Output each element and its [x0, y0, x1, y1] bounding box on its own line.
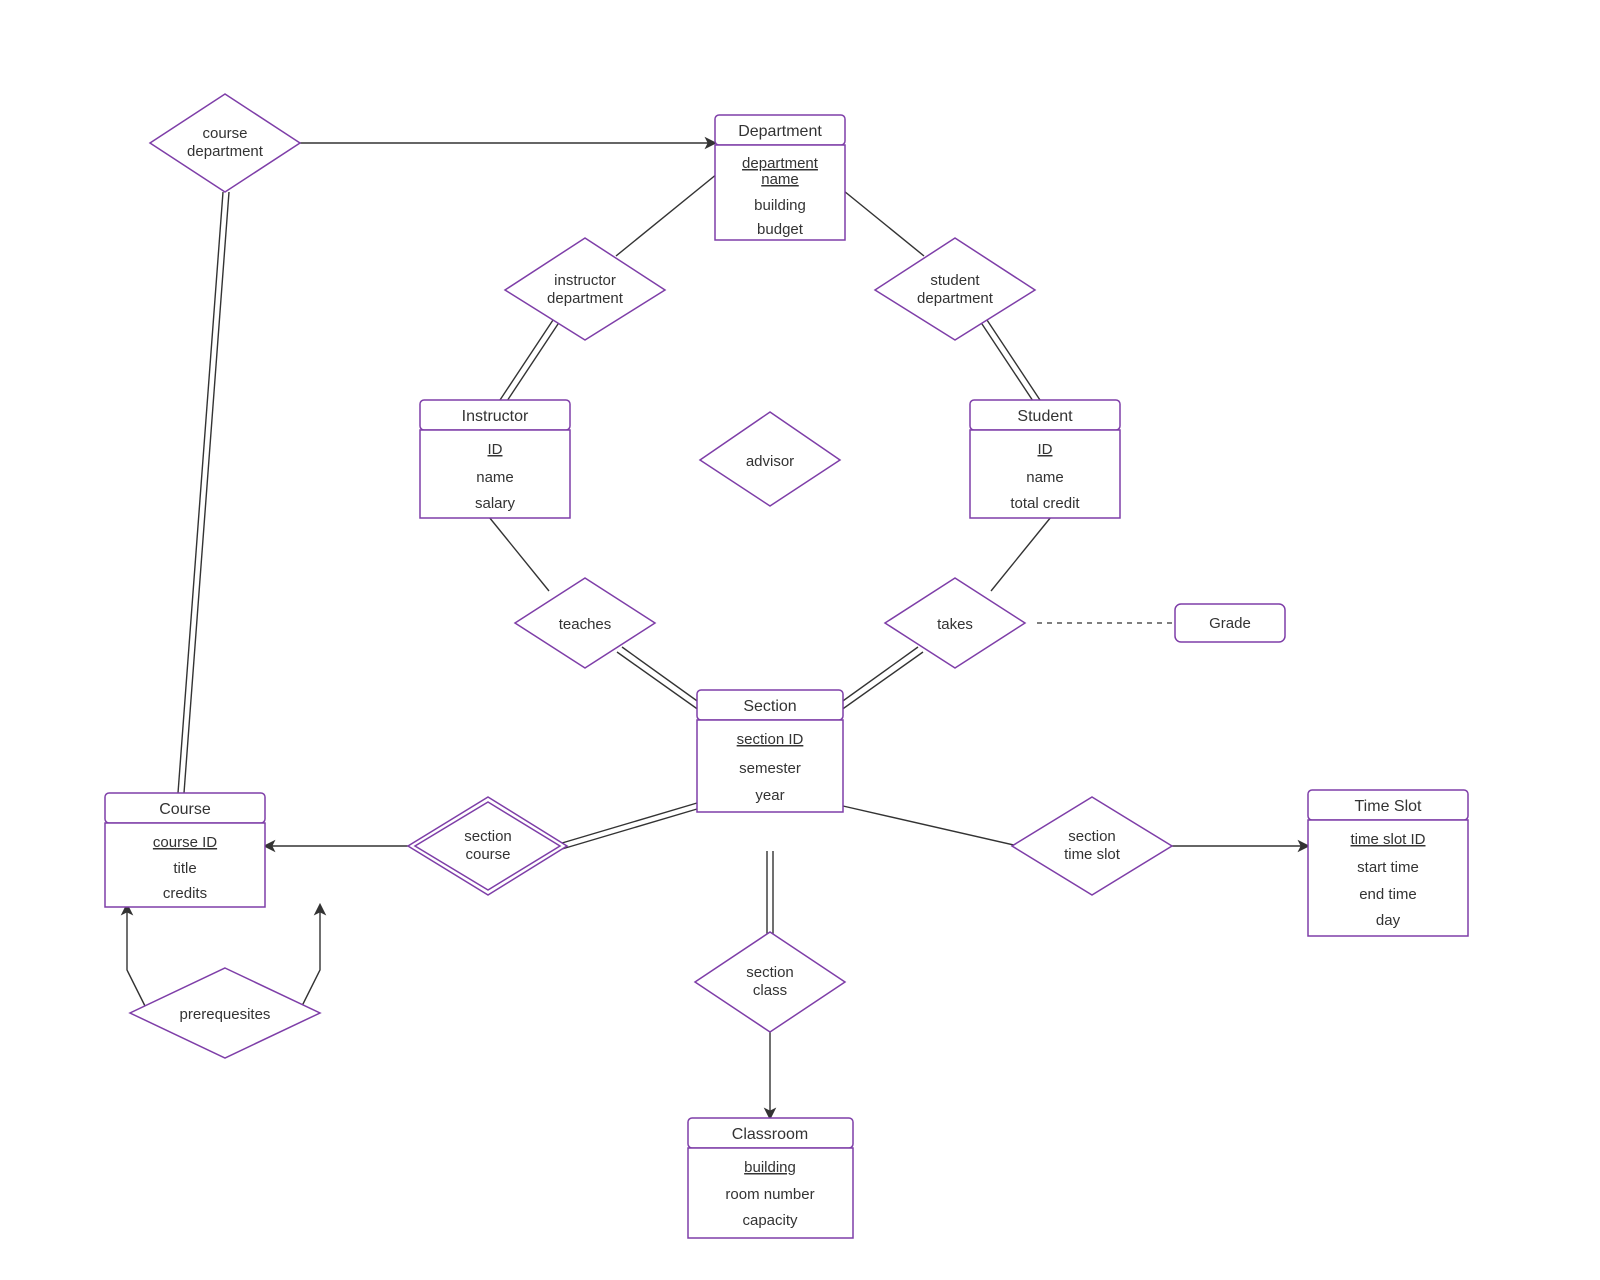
rel-teaches: teaches: [515, 578, 655, 668]
rel-section-time-slot: section time slot: [1012, 797, 1172, 895]
svg-text:instructor: instructor: [554, 272, 616, 289]
entity-title: Section: [743, 698, 796, 715]
rel-section-class: section class: [695, 932, 845, 1032]
svg-text:course: course: [202, 125, 247, 142]
entity-attr: ID: [488, 441, 503, 458]
entity-attr: name: [1026, 469, 1064, 486]
svg-text:time slot: time slot: [1064, 846, 1121, 863]
entity-attr: time slot ID: [1350, 831, 1425, 848]
svg-text:prerequesites: prerequesites: [180, 1006, 271, 1023]
entity-attr: total credit: [1010, 495, 1080, 512]
entity-title: Department: [738, 123, 822, 140]
entity-attr: building: [754, 197, 806, 214]
svg-text:Grade: Grade: [1209, 615, 1251, 632]
entity-attr: salary: [475, 495, 516, 512]
entity-attr: title: [173, 860, 196, 877]
entity-student: Student ID name total credit: [970, 400, 1120, 518]
entity-section: Section section ID semester year: [697, 690, 843, 812]
svg-text:department: department: [917, 290, 994, 307]
node-grade: Grade: [1175, 604, 1285, 642]
rel-advisor: advisor: [700, 412, 840, 506]
svg-text:teaches: teaches: [559, 616, 612, 633]
entity-instructor: Instructor ID name salary: [420, 400, 570, 518]
entity-attr: budget: [757, 221, 804, 238]
entity-department: Department departmentname building budge…: [715, 115, 845, 240]
svg-text:department: department: [187, 143, 264, 160]
rel-course-department: course department: [150, 94, 300, 192]
rel-prerequisites: prerequesites: [130, 968, 320, 1058]
er-diagram: Department department name building budge…: [0, 0, 1600, 1280]
entity-attr: end time: [1359, 886, 1417, 903]
entity-title: Course: [159, 801, 211, 818]
entity-attr: room number: [725, 1186, 814, 1203]
svg-text:section: section: [746, 964, 794, 981]
entity-attr: year: [755, 787, 784, 804]
entity-title: Classroom: [732, 1126, 808, 1143]
entity-attr: course ID: [153, 834, 217, 851]
entity-attr: name: [476, 469, 514, 486]
entity-attr: day: [1376, 912, 1401, 929]
entity-timeslot: Time Slot time slot ID start time end ti…: [1308, 790, 1468, 936]
rel-instructor-department: instructor department: [505, 238, 665, 340]
rel-student-department: student department: [875, 238, 1035, 340]
svg-text:department: department: [547, 290, 624, 307]
svg-text:takes: takes: [937, 616, 973, 633]
entity-course: Course course ID title credits: [105, 793, 265, 907]
entity-title: Instructor: [462, 408, 529, 425]
svg-text:section: section: [464, 828, 512, 845]
entity-attr: credits: [163, 885, 207, 902]
entity-attr: section ID: [737, 731, 804, 748]
rel-takes: takes: [885, 578, 1025, 668]
entity-attr: capacity: [742, 1212, 798, 1229]
entity-attr: semester: [739, 760, 801, 777]
svg-text:course: course: [465, 846, 510, 863]
entity-classroom: Classroom building room number capacity: [688, 1118, 853, 1238]
svg-text:student: student: [930, 272, 980, 289]
entity-attr: start time: [1357, 859, 1419, 876]
svg-text:advisor: advisor: [746, 453, 794, 470]
entity-title: Student: [1017, 408, 1073, 425]
entity-attr: building: [744, 1159, 796, 1176]
rel-section-course: section course: [408, 797, 567, 895]
entity-title: Time Slot: [1355, 798, 1423, 815]
svg-text:section: section: [1068, 828, 1116, 845]
svg-text:class: class: [753, 982, 787, 999]
entity-attr: ID: [1038, 441, 1053, 458]
